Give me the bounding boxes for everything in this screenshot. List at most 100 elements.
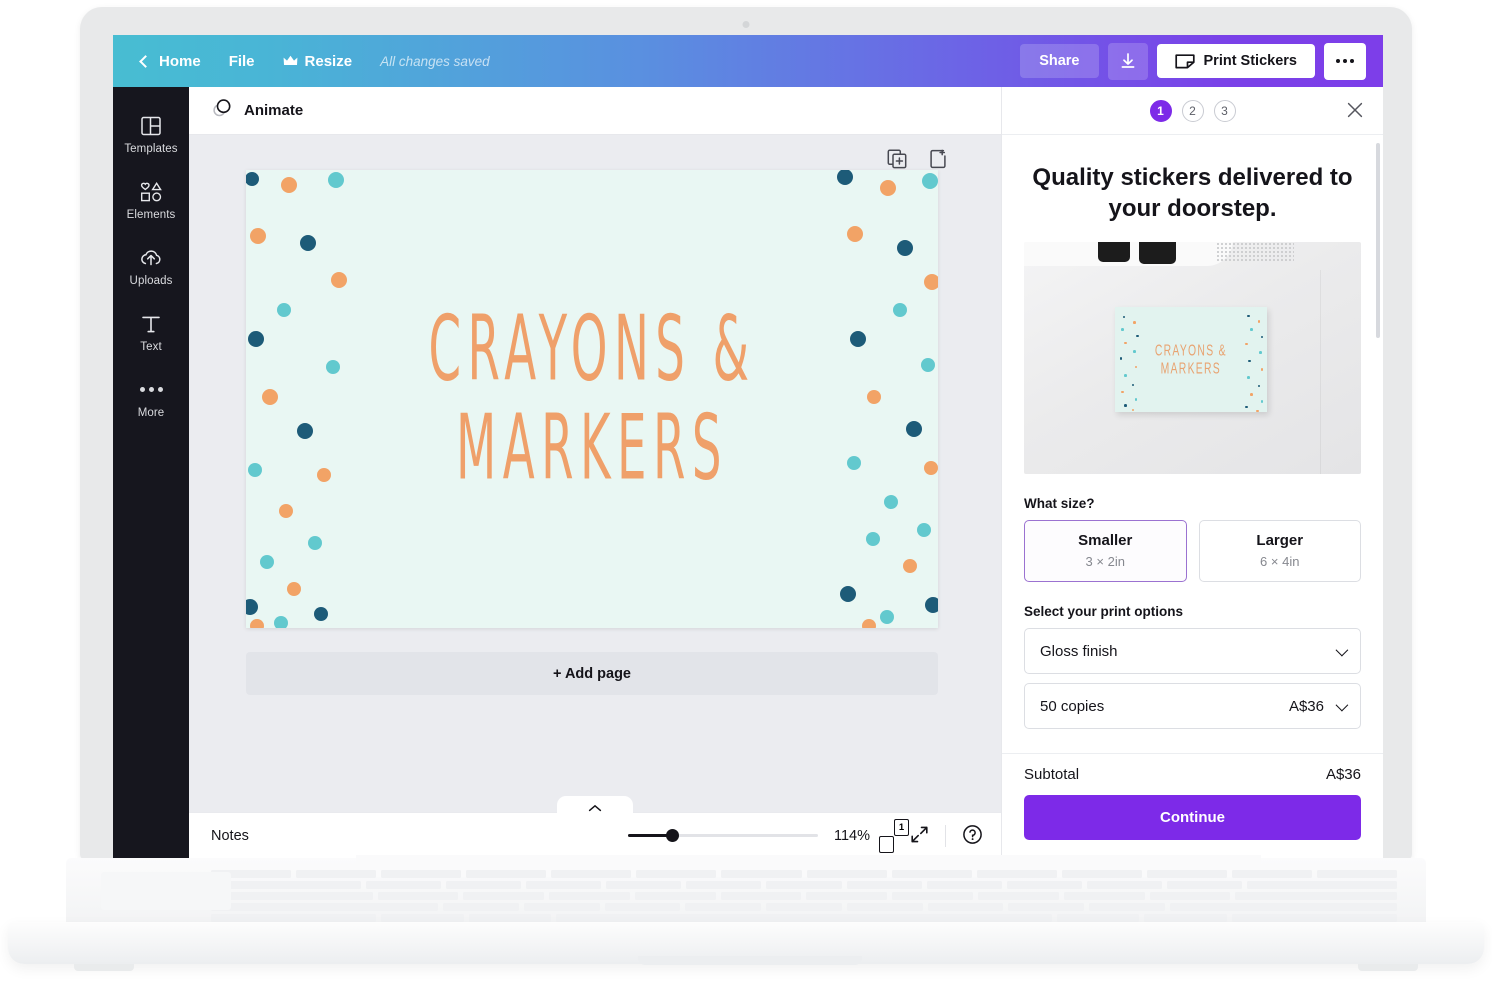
confetti-dot — [273, 616, 288, 628]
panel-footer: Subtotal A$36 Continue — [1002, 753, 1383, 858]
more-options-button[interactable] — [1324, 42, 1366, 80]
laptop-trackpad — [101, 872, 231, 910]
preview-confetti-dot — [1121, 328, 1124, 331]
preview-sticker-text: CRAYONS & MARKERS — [1115, 340, 1267, 378]
app-screen: Home File Resize All changes saved Share — [113, 35, 1383, 858]
zoom-slider-thumb[interactable] — [666, 829, 679, 842]
size-section-label: What size? — [1024, 496, 1095, 512]
chevron-down-icon — [1335, 643, 1349, 657]
panel-scrollbar[interactable] — [1376, 143, 1380, 338]
copies-select[interactable]: 50 copies A$36 — [1024, 683, 1361, 730]
elements-icon — [139, 180, 164, 203]
size-option-name: Larger — [1256, 532, 1304, 550]
top-toolbar: Home File Resize All changes saved Share — [113, 35, 1383, 87]
editor-area: Animate CRAYONS & MARKERS + Add page Not… — [189, 87, 1001, 858]
collapse-panel-button[interactable] — [557, 796, 633, 814]
expand-icon — [911, 826, 928, 842]
preview-confetti-dot — [1131, 383, 1135, 387]
confetti-dot — [259, 554, 274, 569]
confetti-dot — [924, 274, 938, 291]
animate-toolbar: Animate — [189, 87, 1001, 135]
help-button[interactable] — [962, 824, 983, 848]
app-body: Templates Elements Uploads Text More Ani… — [113, 87, 1383, 858]
text-icon — [140, 312, 162, 335]
close-panel-button[interactable] — [1344, 100, 1366, 122]
laptop-camera — [742, 21, 750, 28]
preview-confetti-dot — [1121, 390, 1124, 394]
confetti-dot — [896, 239, 913, 256]
finish-select[interactable]: Gloss finish — [1024, 628, 1361, 675]
subtotal-label: Subtotal — [1024, 766, 1080, 783]
preview-key-1 — [1098, 242, 1131, 263]
preview-confetti-dot — [1122, 315, 1126, 319]
confetti-dot — [279, 504, 294, 519]
duplicate-page-icon — [887, 149, 907, 169]
preview-key-2 — [1138, 242, 1176, 265]
duplicate-page-button[interactable] — [887, 149, 907, 172]
animate-label[interactable]: Animate — [244, 102, 303, 119]
sidebar-item-uploads[interactable]: Uploads — [113, 233, 189, 299]
fullscreen-button[interactable] — [910, 825, 929, 847]
canvas-workspace: CRAYONS & MARKERS + Add page — [189, 135, 1001, 812]
add-page-icon-button[interactable] — [929, 149, 949, 172]
size-option-dimensions: 3 × 2in — [1085, 554, 1125, 570]
add-page-button[interactable]: + Add page — [246, 652, 938, 695]
crown-icon — [283, 55, 297, 65]
step-3[interactable]: 3 — [1213, 99, 1236, 122]
preview-confetti-dot — [1245, 405, 1248, 409]
continue-button[interactable]: Continue — [1024, 795, 1361, 840]
confetti-dot — [917, 522, 932, 537]
more-horizontal-icon — [1336, 59, 1340, 63]
panel-header: 1 2 3 — [1002, 87, 1383, 135]
chevron-left-icon — [139, 54, 152, 68]
confetti-dot — [327, 172, 344, 189]
size-option-larger[interactable]: Larger 6 × 4in — [1198, 520, 1361, 583]
sidebar-item-templates[interactable]: Templates — [113, 101, 189, 167]
file-menu-button[interactable]: File — [215, 46, 269, 77]
laptop-foot-left — [74, 964, 134, 971]
print-stickers-label: Print Stickers — [1203, 53, 1298, 69]
home-label: Home — [159, 52, 201, 70]
download-button[interactable] — [1107, 42, 1148, 80]
left-rail: Templates Elements Uploads Text More — [113, 87, 189, 858]
preview-confetti-dot — [1134, 398, 1138, 401]
print-panel: 1 2 3 Quality stickers delivered to your… — [1001, 87, 1383, 858]
confetti-dot — [846, 226, 863, 243]
preview-confetti-dot — [1246, 314, 1250, 318]
uploads-icon — [139, 246, 163, 269]
preview-confetti-dot — [1136, 334, 1139, 338]
step-indicator: 1 2 3 — [1149, 99, 1236, 122]
sidebar-item-elements[interactable]: Elements — [113, 167, 189, 233]
confetti-dot — [880, 180, 897, 197]
page-tools — [887, 149, 949, 172]
preview-seam — [1319, 270, 1321, 475]
sidebar-item-text[interactable]: Text — [113, 299, 189, 365]
canvas-headline: CRAYONS & MARKERS — [246, 296, 938, 500]
sidebar-item-more[interactable]: More — [113, 365, 189, 431]
step-1[interactable]: 1 — [1149, 99, 1172, 122]
step-2[interactable]: 2 — [1181, 99, 1204, 122]
size-option-smaller[interactable]: Smaller 3 × 2in — [1024, 520, 1187, 583]
preview-confetti-dot — [1133, 320, 1136, 324]
laptop-lip — [638, 956, 862, 965]
zoom-slider[interactable] — [628, 828, 818, 844]
design-canvas[interactable]: CRAYONS & MARKERS — [246, 170, 938, 628]
home-button[interactable]: Home — [127, 46, 215, 77]
zoom-level-label: 114% — [834, 827, 871, 844]
print-stickers-button[interactable]: Print Stickers — [1156, 44, 1315, 78]
preview-sticker: CRAYONS & MARKERS — [1114, 307, 1267, 412]
chevron-down-icon — [1335, 698, 1349, 712]
zoom-controls: 114% 1 — [628, 818, 983, 853]
panel-title: Quality stickers delivered to your doors… — [1032, 164, 1353, 222]
help-icon — [963, 824, 982, 844]
confetti-dot — [840, 585, 857, 602]
resize-button[interactable]: Resize — [269, 46, 367, 77]
laptop-keyboard — [211, 870, 1398, 922]
close-icon — [1347, 102, 1363, 117]
finish-value: Gloss finish — [1040, 642, 1118, 660]
notes-button[interactable]: Notes — [211, 828, 249, 844]
share-button[interactable]: Share — [1020, 44, 1099, 78]
save-status: All changes saved — [380, 53, 490, 69]
sidebar-item-label: Text — [140, 341, 162, 353]
canvas-headline-line-2: MARKERS — [456, 395, 728, 501]
